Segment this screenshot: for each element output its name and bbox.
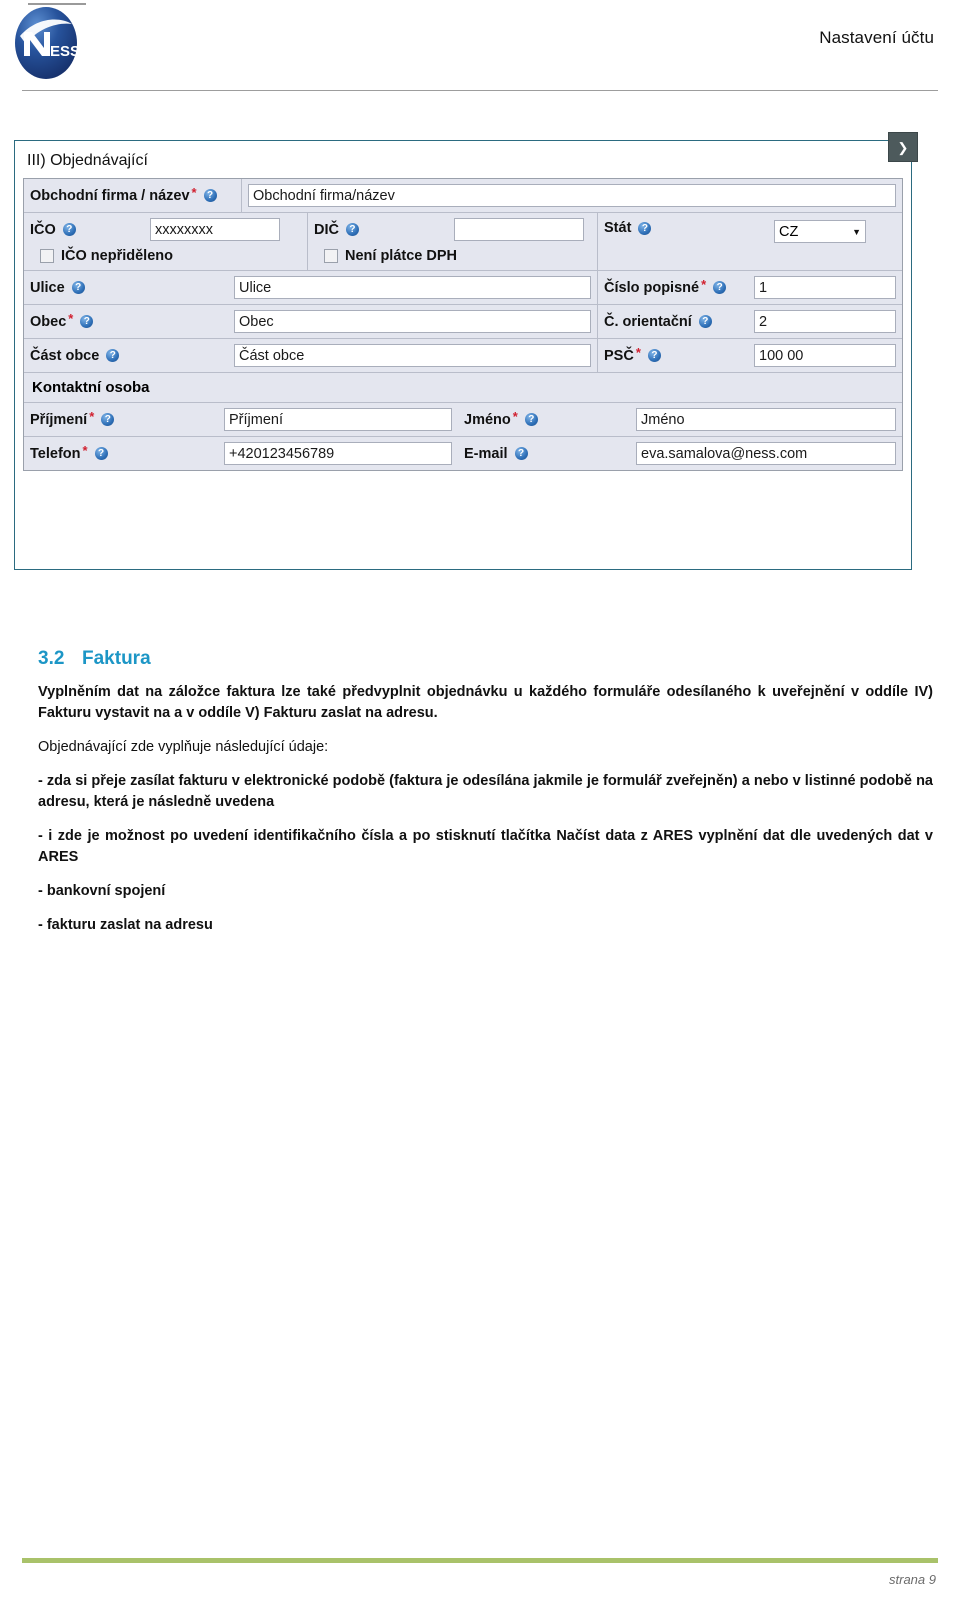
input-company[interactable]: Obchodní firma/název bbox=[248, 184, 896, 207]
form-row-prijmeni-jmeno: Příjmení * ? Příjmení Jméno * ? Jméno bbox=[24, 403, 902, 437]
input-email[interactable]: eva.samalova@ness.com bbox=[636, 442, 896, 465]
input-cast-obce[interactable]: Část obce bbox=[234, 344, 591, 367]
panel-title: III) Objednávající bbox=[27, 152, 148, 169]
input-prijmeni[interactable]: Příjmení bbox=[224, 408, 452, 431]
help-icon-cislo-popisne[interactable]: ? bbox=[713, 281, 727, 294]
input-cislo-popisne[interactable]: 1 bbox=[754, 276, 896, 299]
page-header: ESS Nastavení účtu bbox=[0, 0, 960, 96]
header-divider bbox=[22, 90, 938, 91]
label-neni-platce-dph: Není plátce DPH bbox=[345, 248, 457, 264]
label-prijmeni: Příjmení * ? bbox=[30, 409, 224, 428]
input-ico[interactable]: xxxxxxxx bbox=[150, 218, 280, 241]
form-row-company: Obchodní firma / název * ? Obchodní firma… bbox=[24, 179, 902, 213]
help-icon-telefon[interactable]: ? bbox=[94, 447, 108, 460]
form-row-obec: Obec * ? Obec Č. orientační ? 2 bbox=[24, 305, 902, 339]
form-row-ico-dic-stat: IČO ? xxxxxxxx IČO nepřiděleno DIČ ? Nen… bbox=[24, 213, 902, 271]
footer-divider bbox=[22, 1558, 938, 1563]
required-marker: * bbox=[701, 277, 707, 292]
label-telefon: Telefon * ? bbox=[30, 443, 224, 462]
help-icon-stat[interactable]: ? bbox=[638, 221, 652, 235]
page-number: strana 9 bbox=[889, 1572, 936, 1587]
scroll-right-button[interactable]: ❯ bbox=[888, 132, 918, 162]
help-icon-ulice[interactable]: ? bbox=[71, 281, 85, 294]
required-marker: * bbox=[82, 443, 88, 458]
contact-person-header: Kontaktní osoba bbox=[24, 373, 902, 403]
checkbox-neni-platce-dph[interactable] bbox=[324, 249, 338, 263]
help-icon-company[interactable]: ? bbox=[203, 189, 217, 202]
input-ulice[interactable]: Ulice bbox=[234, 276, 591, 299]
chevron-down-icon: ▼ bbox=[852, 226, 861, 237]
select-stat[interactable]: CZ ▼ bbox=[774, 220, 866, 243]
help-icon-cast-obce[interactable]: ? bbox=[106, 349, 120, 362]
checkbox-ico-neprideleno[interactable] bbox=[40, 249, 54, 263]
required-marker: * bbox=[512, 409, 518, 424]
help-icon-prijmeni[interactable]: ? bbox=[101, 413, 115, 426]
form-row-telefon-email: Telefon * ? +420123456789 E-mail ? eva.sa… bbox=[24, 437, 902, 470]
input-telefon[interactable]: +420123456789 bbox=[224, 442, 452, 465]
required-marker: * bbox=[191, 185, 197, 200]
input-obec[interactable]: Obec bbox=[234, 310, 591, 333]
input-psc[interactable]: 100 00 bbox=[754, 344, 896, 367]
ness-logo: ESS bbox=[10, 6, 82, 80]
label-cast-obce: Část obce ? bbox=[30, 348, 234, 364]
paragraph-intro: Vyplněním dat na záložce faktura lze tak… bbox=[38, 684, 933, 722]
embedded-screenshot: ❯ III) Objednávající Obchodní firma / ná… bbox=[14, 132, 926, 570]
label-jmeno: Jméno * ? bbox=[464, 409, 636, 428]
label-ico-neprideleno: IČO nepřiděleno bbox=[61, 248, 173, 264]
help-icon-dic[interactable]: ? bbox=[345, 223, 359, 236]
label-psc: PSČ * ? bbox=[604, 345, 754, 364]
order-form: Obchodní firma / název * ? Obchodní firma… bbox=[23, 178, 903, 471]
label-c-orientacni: Č. orientační ? bbox=[604, 314, 754, 330]
label-stat: Stát ? bbox=[604, 220, 774, 236]
bullet-item: - bankovní spojení bbox=[38, 883, 166, 900]
help-icon-psc[interactable]: ? bbox=[647, 349, 661, 362]
objednavajici-panel: III) Objednávající Obchodní firma / náze… bbox=[14, 140, 912, 570]
label-ulice: Ulice ? bbox=[30, 280, 234, 296]
chevron-right-icon: ❯ bbox=[897, 139, 909, 155]
label-obec: Obec * ? bbox=[30, 311, 234, 330]
help-icon-email[interactable]: ? bbox=[514, 447, 528, 460]
bullet-item: - zda si přeje zasílat fakturu v elektro… bbox=[38, 773, 933, 811]
label-cislo-popisne: Číslo popisné * ? bbox=[604, 277, 754, 296]
required-marker: * bbox=[89, 409, 95, 424]
form-row-ulice: Ulice ? Ulice Číslo popisné * ? 1 bbox=[24, 271, 902, 305]
input-c-orientacni[interactable]: 2 bbox=[754, 310, 896, 333]
label-ico: IČO ? bbox=[30, 222, 150, 238]
bullet-item: - fakturu zaslat na adresu bbox=[38, 917, 213, 934]
section-heading: 3.2 Faktura bbox=[38, 648, 933, 670]
page-title: Nastavení účtu bbox=[819, 28, 934, 47]
help-icon-jmeno[interactable]: ? bbox=[524, 413, 538, 426]
label-dic: DIČ ? bbox=[314, 222, 454, 238]
input-dic[interactable] bbox=[454, 218, 584, 241]
help-icon-obec[interactable]: ? bbox=[80, 315, 94, 328]
bullet-item: - i zde je možnost po uvedení identifika… bbox=[38, 828, 933, 866]
form-row-cast-obce: Část obce ? Část obce PSČ * ? 100 00 bbox=[24, 339, 902, 373]
label-company: Obchodní firma / název * ? bbox=[30, 185, 217, 204]
input-jmeno[interactable]: Jméno bbox=[636, 408, 896, 431]
paragraph-lead: Objednávající zde vyplňuje následující ú… bbox=[38, 739, 329, 756]
document-content: 3.2 Faktura Vyplněním dat na záložce fakt… bbox=[38, 648, 933, 949]
label-email: E-mail ? bbox=[464, 446, 636, 462]
help-icon-c-orientacni[interactable]: ? bbox=[698, 315, 712, 328]
select-stat-value: CZ bbox=[779, 223, 799, 240]
svg-text:ESS: ESS bbox=[50, 43, 80, 60]
header-top-rule bbox=[28, 3, 86, 5]
section-title: Faktura bbox=[82, 648, 151, 669]
required-marker: * bbox=[635, 345, 641, 360]
section-number: 3.2 bbox=[38, 648, 65, 669]
help-icon-ico[interactable]: ? bbox=[62, 223, 76, 236]
required-marker: * bbox=[68, 311, 74, 326]
